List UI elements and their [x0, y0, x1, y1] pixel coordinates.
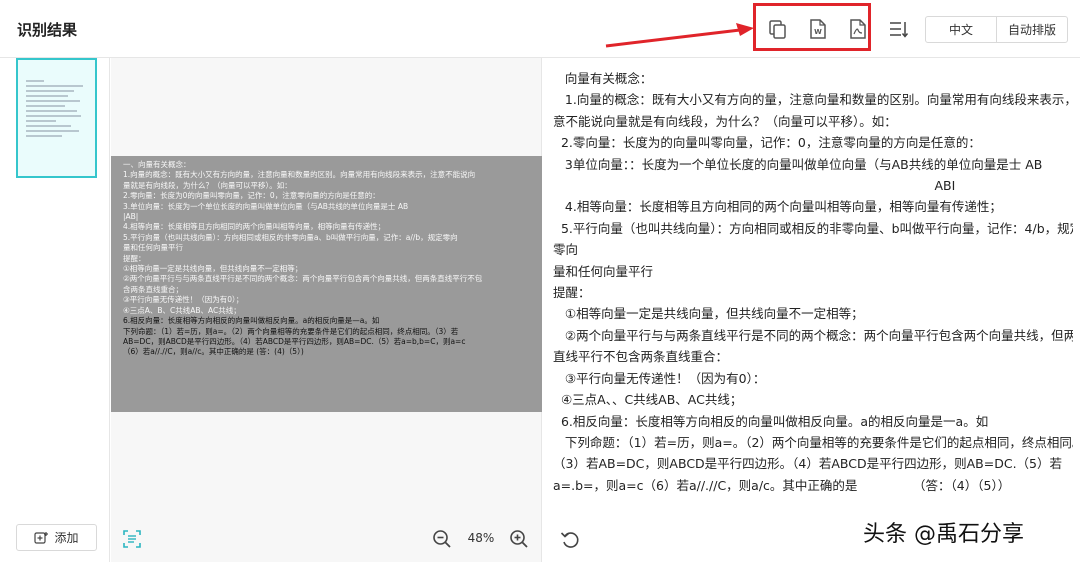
copy-icon[interactable] — [766, 18, 788, 40]
scan-line: 3.单位向量：长度为一个单位长度的向量叫做单位向量（与AB共线的单位向量是士 A… — [123, 201, 409, 211]
language-button[interactable]: 中文 — [926, 17, 996, 42]
zoom-in-icon[interactable] — [508, 528, 530, 550]
scan-line: 一、向量有关概念： — [123, 160, 191, 169]
text-line: 提醒： — [553, 285, 591, 301]
page-title: 识别结果 — [17, 21, 78, 39]
text-line: 零向 — [553, 242, 579, 258]
scan-line: AB=DC，则ABCD是平行四边形。（4）若ABCD是平行四边形，则AB=DC.… — [123, 336, 466, 346]
watermark: 头条 @禹石分享 — [863, 522, 1024, 547]
text-line: ④三点A、、C共线AB、AC共线； — [553, 392, 743, 408]
undo-icon[interactable] — [559, 528, 581, 550]
thumbnail-content — [26, 80, 86, 140]
text-line: ABI — [553, 178, 956, 194]
layout-button-group: 中文 自动排版 — [925, 16, 1068, 43]
scan-line: ④三点A、B、C共线AB、AC共线； — [123, 305, 241, 315]
text-line: 意不能说向量就是有向线段，为什么？（向量可以平移）。如： — [553, 113, 897, 129]
scan-line: ③平行向量无传递性！（因为有0）； — [123, 295, 244, 305]
scan-line: 下列命题：（1）若=历，则a=。（2）两个向量相等的充要条件是它们的起点相同，终… — [123, 326, 459, 336]
annotation-arrow — [605, 23, 754, 48]
text-line: a=.b=，则a=c（6）若a//.//C，则a/c。其中正确的是 （答：（4）… — [553, 477, 1011, 493]
scan-line: 2.零向量：长度为0的向量叫零向量，记作：0，注意零向量的方向是任意的： — [123, 191, 380, 201]
svg-text:W: W — [814, 28, 822, 36]
text-line: ③平行向量无传递性！（因为有0）： — [553, 370, 766, 386]
page-thumbnail[interactable] — [16, 58, 97, 178]
text-line: （3）若AB=DC，则ABCD是平行四边形。（4）若ABCD是平行四边形，则AB… — [553, 456, 1063, 472]
scan-line: 5.平行向量（也叫共线向量）：方向相同或相反的非零向量a、b叫做平行向量，记作：… — [123, 232, 458, 242]
scan-line: |AB| — [123, 212, 139, 222]
pdf-icon[interactable] — [846, 18, 868, 40]
add-image-icon — [34, 531, 49, 544]
scan-line: 含两条直线重合； — [123, 284, 183, 294]
text-line: 量和任何向量平行 — [553, 263, 654, 279]
scan-line: 6.相反向量：长度相等方向相反的向量叫做相反向量。a的相反向量是—a。如 — [123, 316, 380, 326]
scan-line: 1.向量的概念：既有大小又有方向的量，注意向量和数量的区别。向量常用有向线段来表… — [123, 170, 476, 180]
add-button[interactable]: 添加 — [16, 524, 97, 551]
scan-line: 提醒： — [123, 253, 146, 263]
scanned-page-image: 一、向量有关概念： 1.向量的概念：既有大小又有方向的量，注意向量和数量的区别。向… — [111, 156, 542, 412]
text-line: 4.相等向量：长度相等且方向相同的两个向量叫相等向量，相等向量有传递性； — [553, 199, 1002, 215]
zoom-level: 48% — [467, 531, 495, 545]
recognized-text-panel: 向量有关概念： 1.向量的概念：既有大小又有方向的量，注意向量和数量的区别。向量… — [543, 58, 1080, 562]
text-line: 1.向量的概念：既有大小又有方向的量，注意向量和数量的区别。向量常用有向线段来表… — [553, 92, 1073, 108]
scan-icon[interactable] — [121, 528, 143, 550]
preview-controls: 48% — [111, 518, 542, 562]
scan-line: ②两个向量平行与与两条直线平行是不同的两个概念：两个向量平行包含两个向量共线，但… — [123, 274, 483, 284]
text-line: 2.零向量：长度为的向量叫零向量，记作：0，注意零向量的方向是任意的： — [553, 135, 981, 151]
scan-line: ①相等向量一定是共线向量，但共线向量不一定相等； — [123, 264, 303, 274]
text-line: ①相等向量一定是共线向量，但共线向量不一定相等； — [553, 306, 864, 322]
text-line: 5.平行向量（也叫共线向量）：方向相同或相反的非零向量、b叫做平行向量，记作：4… — [553, 220, 1073, 236]
word-icon[interactable]: W — [806, 18, 828, 40]
add-label: 添加 — [54, 531, 79, 545]
sort-icon[interactable] — [887, 18, 909, 40]
thumbnail-sidebar: 添加 — [0, 58, 110, 562]
auto-layout-button[interactable]: 自动排版 — [996, 17, 1067, 42]
text-line: 直线平行不包含两条直线重合： — [553, 349, 729, 365]
text-line: 向量有关概念： — [553, 71, 653, 86]
image-preview-panel: 一、向量有关概念： 1.向量的概念：既有大小又有方向的量，注意向量和数量的区别。向… — [111, 58, 542, 562]
zoom-out-icon[interactable] — [431, 528, 453, 550]
scan-line: 量就是有向线段，为什么？（向量可以平移）。如： — [123, 180, 292, 190]
text-line: 3单位向量：：长度为一个单位长度的向量叫做单位向量（与AB共线的单位向量是士 A… — [553, 156, 1043, 172]
scan-line: 量和任何向量平行 — [123, 243, 183, 253]
text-line: 6.相反向量：长度相等方向相反的向量叫做相反向量。a的相反向量是一a。如 — [553, 413, 989, 429]
recognized-text[interactable]: 向量有关概念： 1.向量的概念：既有大小又有方向的量，注意向量和数量的区别。向量… — [553, 68, 1073, 508]
text-line: ②两个向量平行与与两条直线平行是不同的两个概念：两个向量平行包含两个向量共线，但… — [553, 327, 1073, 343]
header-bar: 识别结果 W 中文 自动排版 — [0, 0, 1080, 58]
text-line: 下列命题：（1）若=历，则a=。（2）两个向量相等的充要条件是它们的起点相同，终… — [553, 434, 1073, 450]
scan-line: 4.相等向量：长度相等且方向相同的两个向量叫相等向量，相等向量有传递性； — [123, 222, 386, 232]
scan-line: （6）若a//.//C，则a//c。其中正确的是 (答：(4)（5）) — [123, 347, 304, 357]
